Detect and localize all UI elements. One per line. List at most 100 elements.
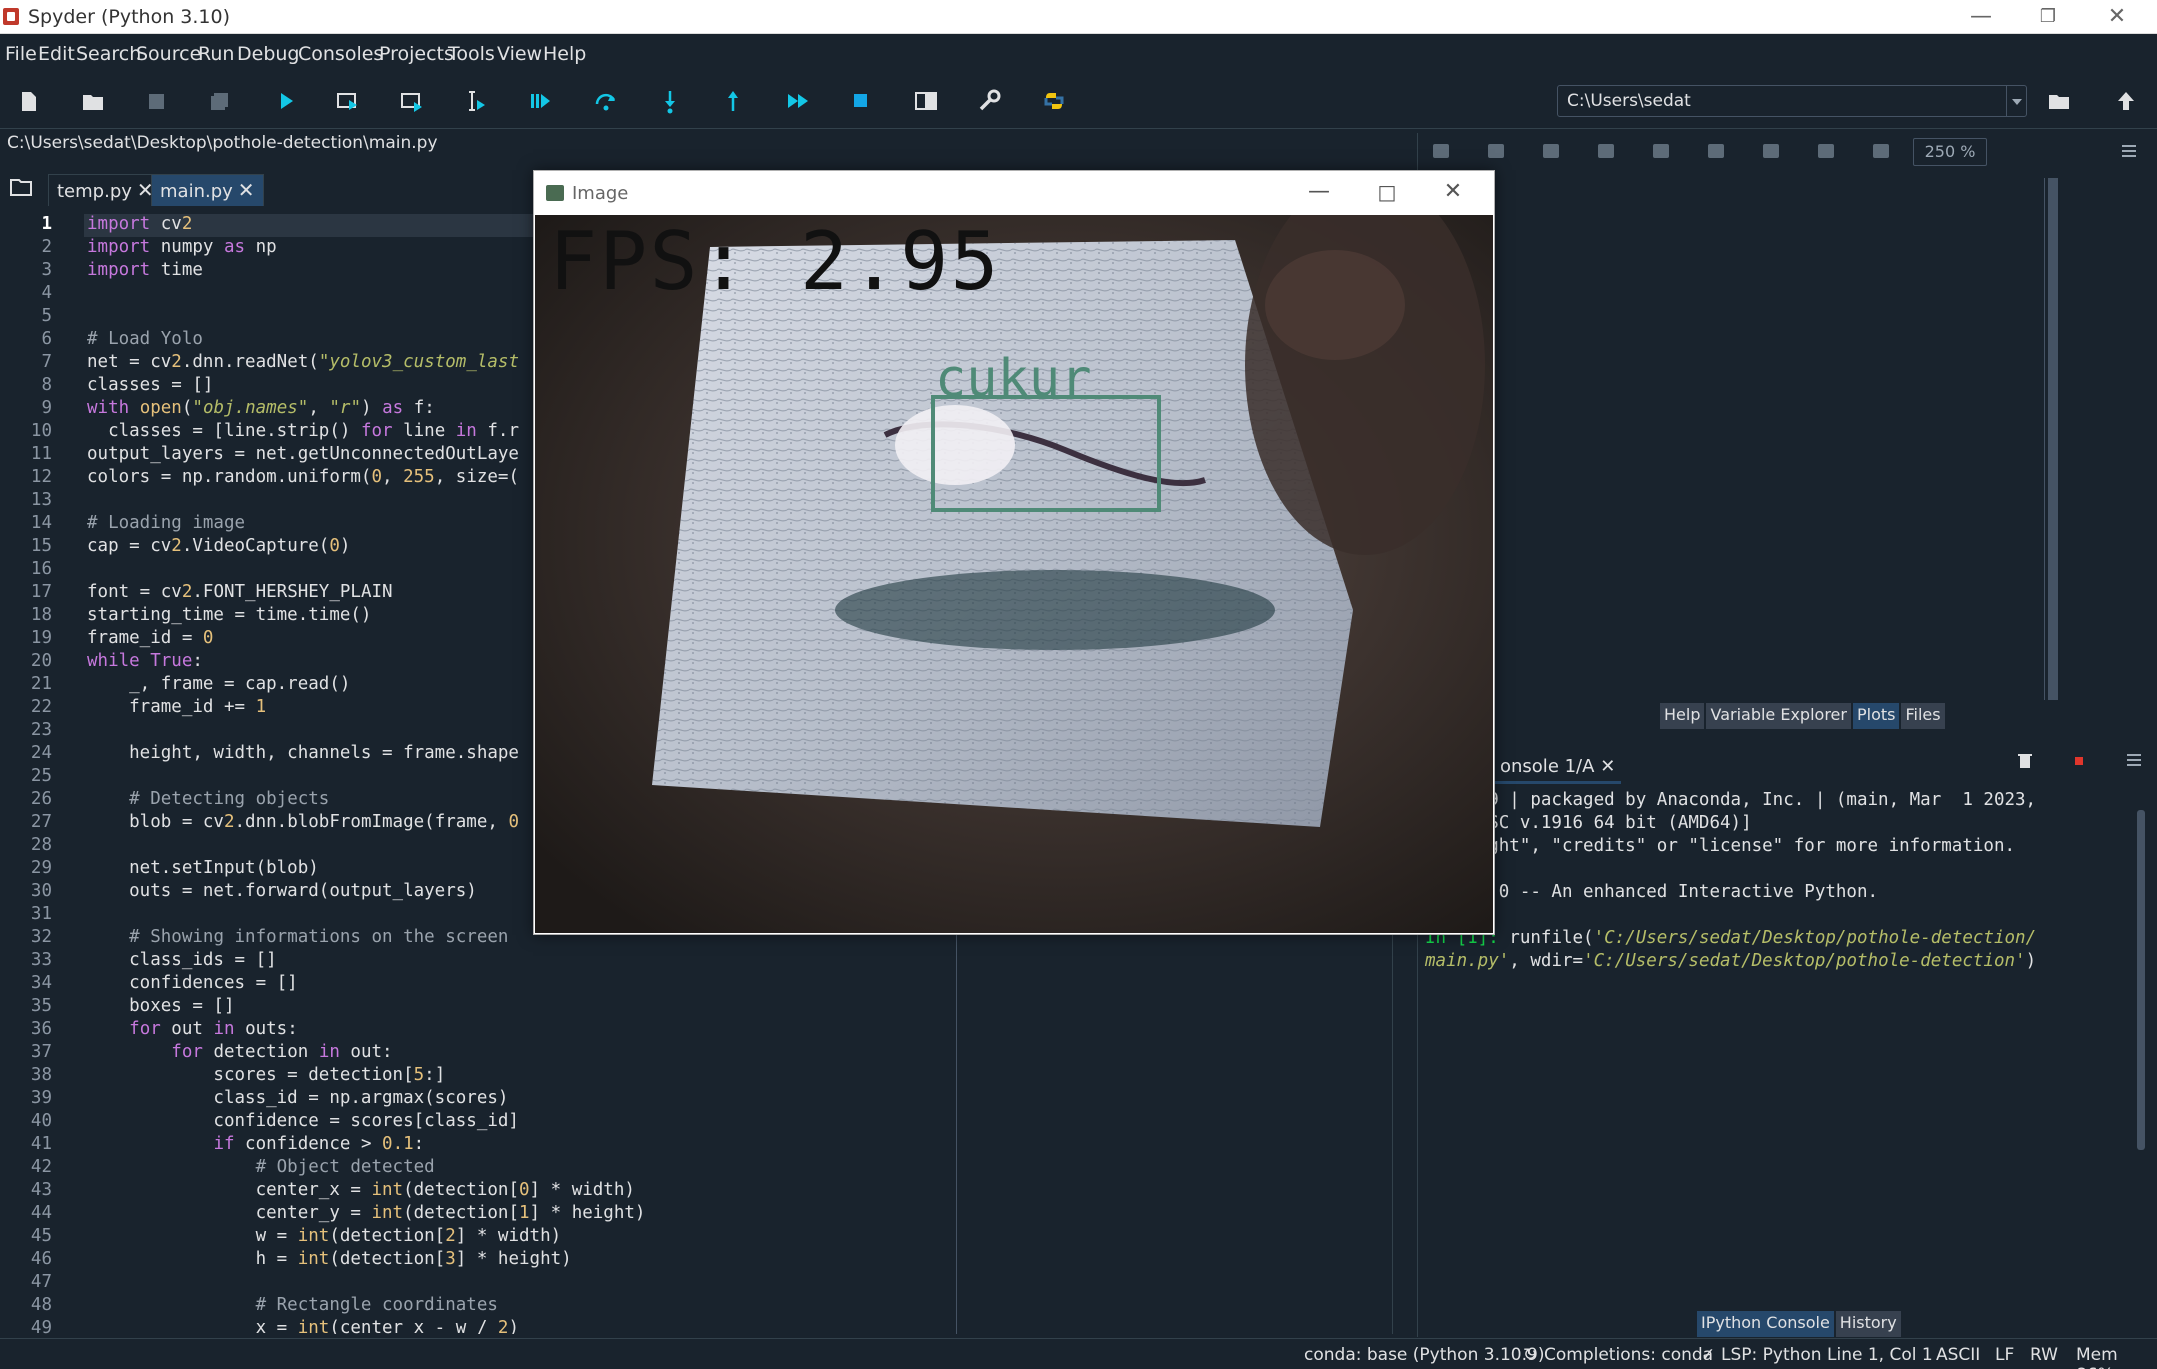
plot-thumbnail-scrollbar[interactable] (2048, 178, 2058, 700)
tab-help[interactable]: Help (1660, 703, 1705, 729)
line-number[interactable]: 2 (0, 237, 52, 257)
line-number[interactable]: 27 (0, 812, 52, 832)
line-number[interactable]: 45 (0, 1226, 52, 1246)
line-number[interactable]: 41 (0, 1134, 52, 1154)
line-number[interactable]: 12 (0, 467, 52, 487)
line-number[interactable]: 14 (0, 513, 52, 533)
line-number[interactable]: 36 (0, 1019, 52, 1039)
menu-view[interactable]: View (497, 43, 542, 65)
code-line[interactable]: for out in outs: (87, 1019, 298, 1039)
run-icon[interactable] (271, 86, 301, 116)
save-all-plots-icon[interactable] (1488, 144, 1504, 158)
console-scrollbar[interactable] (2135, 800, 2147, 1300)
minimize-icon[interactable]: — (1288, 175, 1350, 209)
line-number[interactable]: 15 (0, 536, 52, 556)
line-number[interactable]: 25 (0, 766, 52, 786)
zoom-level[interactable]: 250 % (1913, 138, 1987, 166)
line-number[interactable]: 24 (0, 743, 52, 763)
code-line[interactable]: _, frame = cap.read() (87, 674, 350, 694)
console-tab[interactable]: onsole 1/A ✕ (1494, 752, 1622, 784)
line-number[interactable]: 30 (0, 881, 52, 901)
line-number[interactable]: 3 (0, 260, 52, 280)
code-line[interactable]: frame_id = 0 (87, 628, 213, 648)
browse-tabs-icon[interactable] (9, 176, 33, 198)
interrupt-kernel-icon[interactable] (2072, 754, 2086, 768)
line-number[interactable]: 7 (0, 352, 52, 372)
tab-plots[interactable]: Plots (1852, 703, 1900, 729)
code-line[interactable]: h = int(detection[3] * height) (87, 1249, 572, 1269)
code-line[interactable]: import numpy as np (87, 237, 277, 257)
code-line[interactable]: cap = cv2.VideoCapture(0) (87, 536, 350, 556)
line-number[interactable]: 17 (0, 582, 52, 602)
minimize-icon[interactable]: — (1950, 2, 2012, 32)
line-number[interactable]: 39 (0, 1088, 52, 1108)
line-number[interactable]: 11 (0, 444, 52, 464)
restore-icon[interactable]: ❐ (2017, 2, 2079, 32)
code-line[interactable]: outs = net.forward(output_layers) (87, 881, 477, 901)
line-number[interactable]: 40 (0, 1111, 52, 1131)
code-line[interactable]: # Rectangle coordinates (87, 1295, 498, 1315)
code-line[interactable]: frame_id += 1 (87, 697, 266, 717)
line-number[interactable]: 6 (0, 329, 52, 349)
run-selection-icon[interactable] (461, 86, 491, 116)
code-line[interactable]: boxes = [] (87, 996, 234, 1016)
menu-help[interactable]: Help (543, 43, 586, 65)
line-number[interactable]: 28 (0, 835, 52, 855)
code-line[interactable]: net.setInput(blob) (87, 858, 319, 878)
menu-projects[interactable]: Projects (379, 43, 454, 65)
line-number[interactable]: 42 (0, 1157, 52, 1177)
debug-icon[interactable] (526, 86, 556, 116)
plots-options-menu-icon[interactable] (2122, 145, 2136, 157)
step-over-icon[interactable] (591, 86, 621, 116)
tab-ipython-console[interactable]: IPython Console (1697, 1311, 1834, 1337)
tab-variable-explorer[interactable]: Variable Explorer (1706, 703, 1851, 729)
next-plot-icon[interactable] (1763, 144, 1779, 158)
line-number[interactable]: 16 (0, 559, 52, 579)
step-into-icon[interactable] (655, 86, 685, 116)
preferences-icon[interactable] (974, 86, 1004, 116)
line-number[interactable]: 23 (0, 720, 52, 740)
code-line[interactable]: # Object detected (87, 1157, 435, 1177)
code-line[interactable]: w = int(detection[2] * width) (87, 1226, 562, 1246)
close-icon[interactable]: ✕ (2086, 2, 2148, 32)
code-line[interactable]: classes = [line.strip() for line in f.r (87, 421, 519, 441)
line-number[interactable]: 49 (0, 1318, 52, 1338)
save-all-icon[interactable] (205, 86, 235, 116)
tab-main-py[interactable]: main.py ✕ (151, 174, 264, 206)
console-output[interactable]: 3.10.9 | packaged by Anaconda, Inc. | (m… (1425, 790, 2125, 971)
code-line[interactable]: colors = np.random.uniform(0, 255, size=… (87, 467, 519, 487)
line-number[interactable]: 19 (0, 628, 52, 648)
save-icon[interactable] (141, 86, 171, 116)
code-line[interactable]: class_id = np.argmax(scores) (87, 1088, 508, 1108)
line-number[interactable]: 43 (0, 1180, 52, 1200)
line-number[interactable]: 38 (0, 1065, 52, 1085)
menu-search[interactable]: Search (76, 43, 141, 65)
line-number[interactable]: 13 (0, 490, 52, 510)
line-number[interactable]: 47 (0, 1272, 52, 1292)
menu-tools[interactable]: Tools (448, 43, 495, 65)
status-conda-env[interactable]: conda: base (Python 3.10.9) (1304, 1345, 1544, 1365)
code-line[interactable]: center_x = int(detection[0] * width) (87, 1180, 635, 1200)
code-line[interactable]: x = int(center_x - w / 2) (87, 1318, 519, 1334)
python-path-icon[interactable] (1039, 86, 1069, 116)
trash-icon[interactable] (2016, 752, 2034, 770)
save-plot-icon[interactable] (1433, 144, 1449, 158)
line-number[interactable]: 32 (0, 927, 52, 947)
line-number[interactable]: 8 (0, 375, 52, 395)
code-line[interactable]: net = cv2.dnn.readNet("yolov3_custom_las… (87, 352, 519, 372)
line-number[interactable]: 31 (0, 904, 52, 924)
code-line[interactable]: scores = detection[5:] (87, 1065, 445, 1085)
previous-plot-icon[interactable] (1708, 144, 1724, 158)
zoom-in-icon[interactable] (1818, 144, 1834, 158)
code-line[interactable]: # Showing informations on the screen (87, 927, 508, 947)
stop-icon[interactable] (846, 86, 876, 116)
menu-edit[interactable]: Edit (38, 43, 75, 65)
line-number[interactable]: 48 (0, 1295, 52, 1315)
code-line[interactable]: classes = [] (87, 375, 213, 395)
line-number[interactable]: 22 (0, 697, 52, 717)
line-number[interactable]: 9 (0, 398, 52, 418)
code-line[interactable]: # Loading image (87, 513, 245, 533)
line-number[interactable]: 20 (0, 651, 52, 671)
close-console-icon[interactable]: ✕ (1600, 756, 1615, 777)
line-number[interactable]: 21 (0, 674, 52, 694)
